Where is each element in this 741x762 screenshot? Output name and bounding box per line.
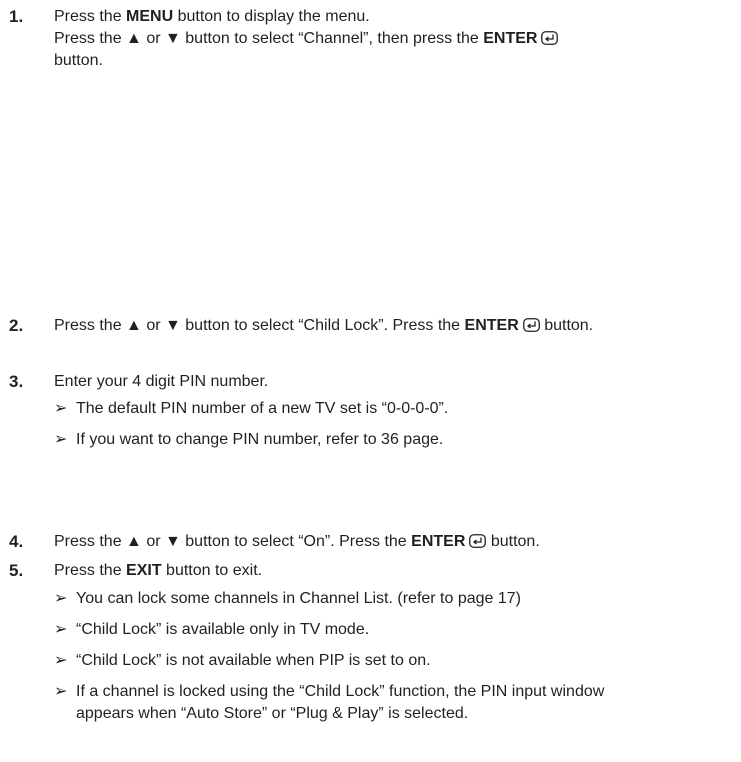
- note-text: “Child Lock” is available only in TV mod…: [76, 621, 370, 638]
- step-body: Enter your 4 digit PIN number. ➢ The def…: [54, 371, 741, 451]
- text: button.: [539, 317, 594, 334]
- step-number: 2.: [9, 316, 24, 335]
- note: ➢ “Child Lock” is available only in TV m…: [54, 619, 741, 641]
- enter-icon: [541, 31, 559, 45]
- note-text: If you want to change PIN number, refer …: [76, 431, 444, 448]
- enter-keyword: ENTER: [483, 30, 538, 47]
- text: button to exit.: [161, 562, 263, 579]
- text: Press the ▲ or ▼ button to select “Chann…: [54, 30, 484, 47]
- note-arrow-icon: ➢: [54, 431, 68, 448]
- text: Press the: [54, 562, 127, 579]
- step-line: Enter your 4 digit PIN number.: [54, 373, 269, 390]
- note-text: “Child Lock” is not available when PIP i…: [76, 652, 431, 669]
- text: button.: [486, 533, 540, 550]
- text: Press the ▲ or ▼ button to select “Child…: [54, 317, 465, 334]
- step-line: Press the ▲ or ▼ button to select “On”. …: [54, 531, 741, 553]
- step-line: button.: [54, 52, 103, 69]
- menu-keyword: MENU: [126, 8, 174, 25]
- step-body: Press the ▲ or ▼ button to select “Child…: [54, 315, 741, 337]
- text: button to display the menu.: [173, 8, 370, 25]
- note-arrow-icon: ➢: [54, 590, 68, 607]
- note-arrow-icon: ➢: [54, 683, 68, 700]
- text: Press the ▲ or ▼ button to select “On”. …: [54, 533, 412, 550]
- step-number: 5.: [9, 561, 24, 580]
- exit-keyword: EXIT: [126, 562, 162, 579]
- step-number: 1.: [9, 7, 24, 26]
- step-number: 3.: [9, 372, 24, 391]
- note-text: If a channel is locked using the “Child …: [76, 683, 605, 722]
- step-line: Press the ▲ or ▼ button to select “Chann…: [54, 28, 741, 50]
- step-line: Press the EXIT button to exit.: [54, 560, 741, 582]
- text: Press the: [54, 8, 127, 25]
- note-text: The default PIN number of a new TV set i…: [76, 400, 449, 417]
- note: ➢ If a channel is locked using the “Chil…: [54, 681, 636, 725]
- enter-icon: [522, 318, 540, 332]
- note: ➢ You can lock some channels in Channel …: [54, 588, 741, 610]
- note: ➢ The default PIN number of a new TV set…: [54, 398, 741, 420]
- note-arrow-icon: ➢: [54, 400, 68, 417]
- enter-keyword: ENTER: [411, 533, 466, 550]
- step-body: Press the MENU button to display the men…: [54, 6, 741, 72]
- enter-icon: [469, 534, 487, 548]
- note: ➢ “Child Lock” is not available when PIP…: [54, 650, 741, 672]
- note-arrow-icon: ➢: [54, 652, 68, 669]
- note: ➢ If you want to change PIN number, refe…: [54, 429, 741, 451]
- step-number: 4.: [9, 532, 24, 551]
- step-line: Press the ▲ or ▼ button to select “Child…: [54, 315, 741, 337]
- step-body: Press the ▲ or ▼ button to select “On”. …: [54, 531, 741, 553]
- note-arrow-icon: ➢: [54, 621, 68, 638]
- step-body: Press the EXIT button to exit. ➢ You can…: [54, 560, 741, 725]
- note-text: You can lock some channels in Channel Li…: [76, 590, 522, 607]
- step-line: Press the MENU button to display the men…: [54, 6, 741, 28]
- enter-keyword: ENTER: [464, 317, 519, 334]
